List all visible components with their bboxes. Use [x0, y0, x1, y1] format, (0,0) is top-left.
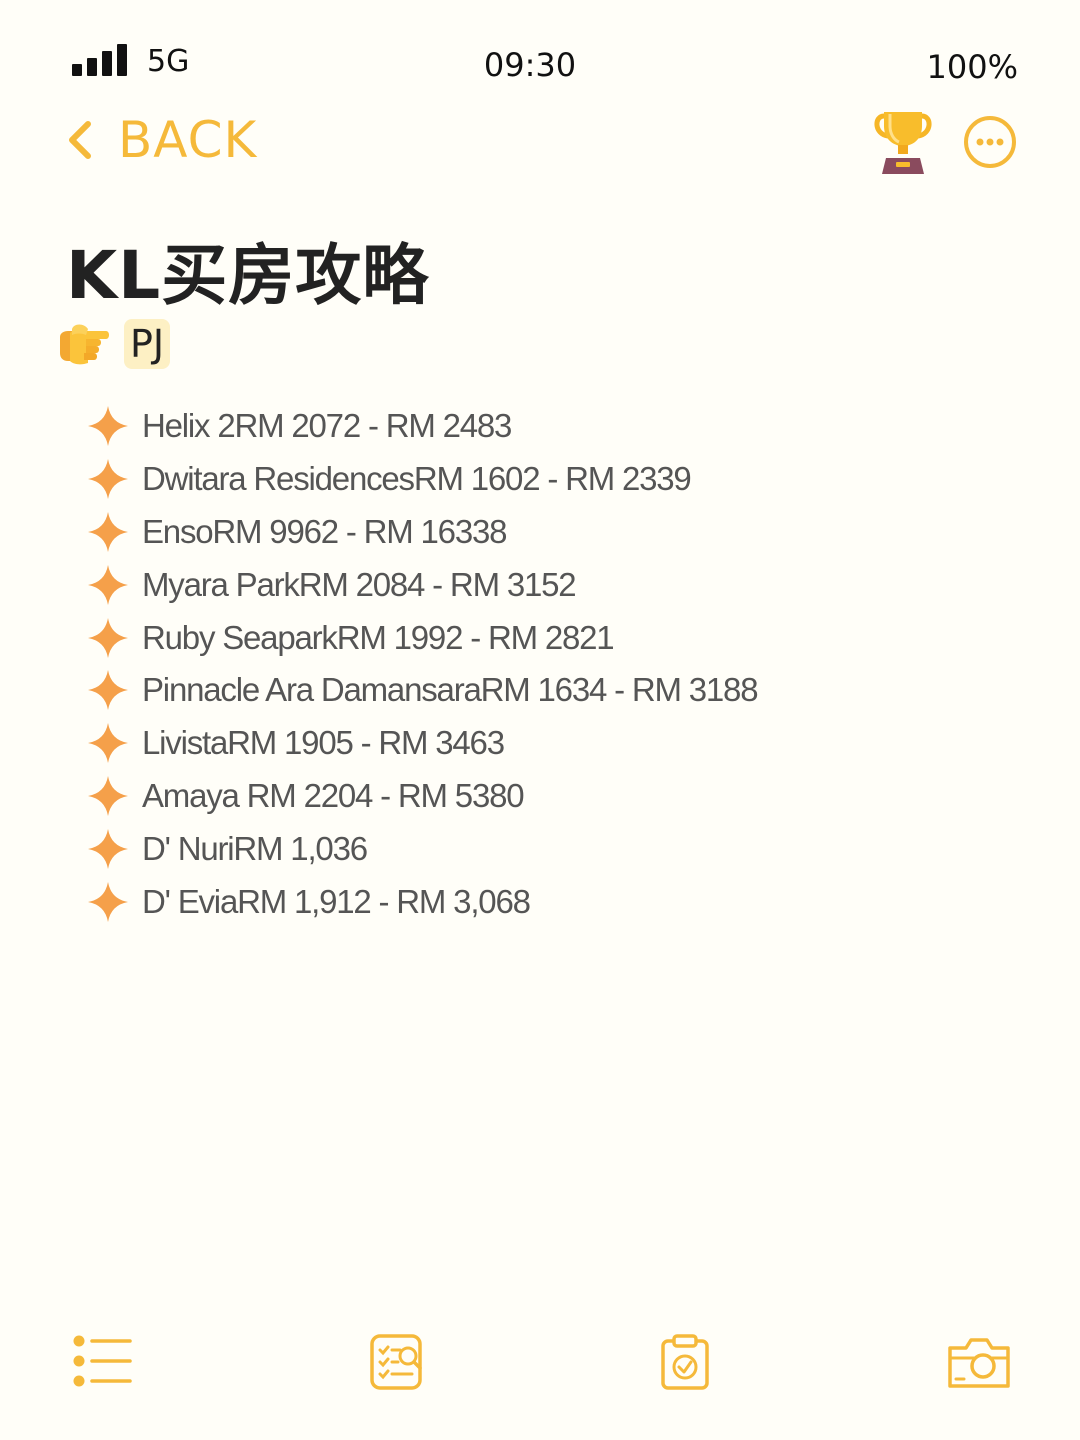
sparkle-icon [88, 828, 128, 869]
list-icon[interactable] [72, 1334, 132, 1388]
list-item-text: EnsoRM 9962 - RM 16338 [142, 512, 508, 550]
nav-bar: BACK [0, 108, 1080, 178]
list-item: D' NuriRM 1,036 [88, 822, 757, 875]
sparkle-icon [88, 564, 128, 605]
list-item-text: D' NuriRM 1,036 [142, 829, 368, 867]
list-item: LivistaRM 1905 - RM 3463 [88, 717, 757, 770]
battery-percentage: 100% [926, 48, 1018, 86]
clipboard-check-icon[interactable] [660, 1334, 710, 1390]
camera-icon[interactable] [946, 1334, 1012, 1390]
status-bar: 5G 09:30 100% [0, 38, 1080, 94]
sparkle-icon [88, 775, 128, 816]
sparkle-icon [88, 723, 128, 764]
bottom-toolbar [0, 1334, 1080, 1394]
sparkle-icon [88, 406, 128, 447]
list-item: Myara ParkRM 2084 - RM 3152 [88, 558, 757, 611]
sparkle-icon [88, 511, 128, 552]
section-tag: PJ [124, 319, 171, 369]
back-button[interactable]: BACK [62, 108, 257, 172]
list-item-text: Amaya RM 2204 - RM 5380 [142, 776, 525, 814]
trophy-icon[interactable] [872, 108, 934, 176]
list-item: Amaya RM 2204 - RM 5380 [88, 770, 757, 823]
list-item: Helix 2RM 2072 - RM 2483 [88, 400, 757, 453]
list-item-text: Helix 2RM 2072 - RM 2483 [142, 407, 512, 445]
list-item-text: Myara ParkRM 2084 - RM 3152 [142, 565, 577, 603]
more-options-icon[interactable] [962, 114, 1018, 170]
page-title: KL买房攻略 [66, 237, 430, 314]
list-item: D' EviaRM 1,912 - RM 3,068 [88, 875, 757, 928]
listing-list: Helix 2RM 2072 - RM 2483 Dwitara Residen… [88, 400, 759, 928]
list-item: EnsoRM 9962 - RM 16338 [88, 506, 757, 559]
list-item-text: Ruby SeaparkRM 1992 - RM 2821 [142, 618, 615, 656]
sparkle-icon [88, 881, 128, 922]
checklist-search-icon[interactable] [370, 1334, 424, 1390]
list-item: Ruby SeaparkRM 1992 - RM 2821 [88, 611, 757, 664]
sparkle-icon [88, 459, 128, 500]
pointing-hand-icon [60, 324, 109, 365]
chevron-left-icon [69, 121, 91, 159]
list-item: Dwitara ResidencesRM 1602 - RM 2339 [88, 453, 757, 506]
section-header: PJ [58, 316, 171, 372]
status-time: 09:30 [483, 46, 577, 84]
list-item-text: LivistaRM 1905 - RM 3463 [142, 724, 505, 762]
list-item-text: Dwitara ResidencesRM 1602 - RM 2339 [142, 460, 692, 498]
list-item: Pinnacle Ara DamansaraRM 1634 - RM 3188 [88, 664, 759, 717]
sparkle-icon [88, 617, 128, 658]
list-item-text: Pinnacle Ara DamansaraRM 1634 - RM 3188 [142, 671, 759, 709]
sparkle-icon [88, 670, 128, 711]
back-label: BACK [118, 111, 258, 169]
list-item-text: D' EviaRM 1,912 - RM 3,068 [142, 882, 531, 920]
